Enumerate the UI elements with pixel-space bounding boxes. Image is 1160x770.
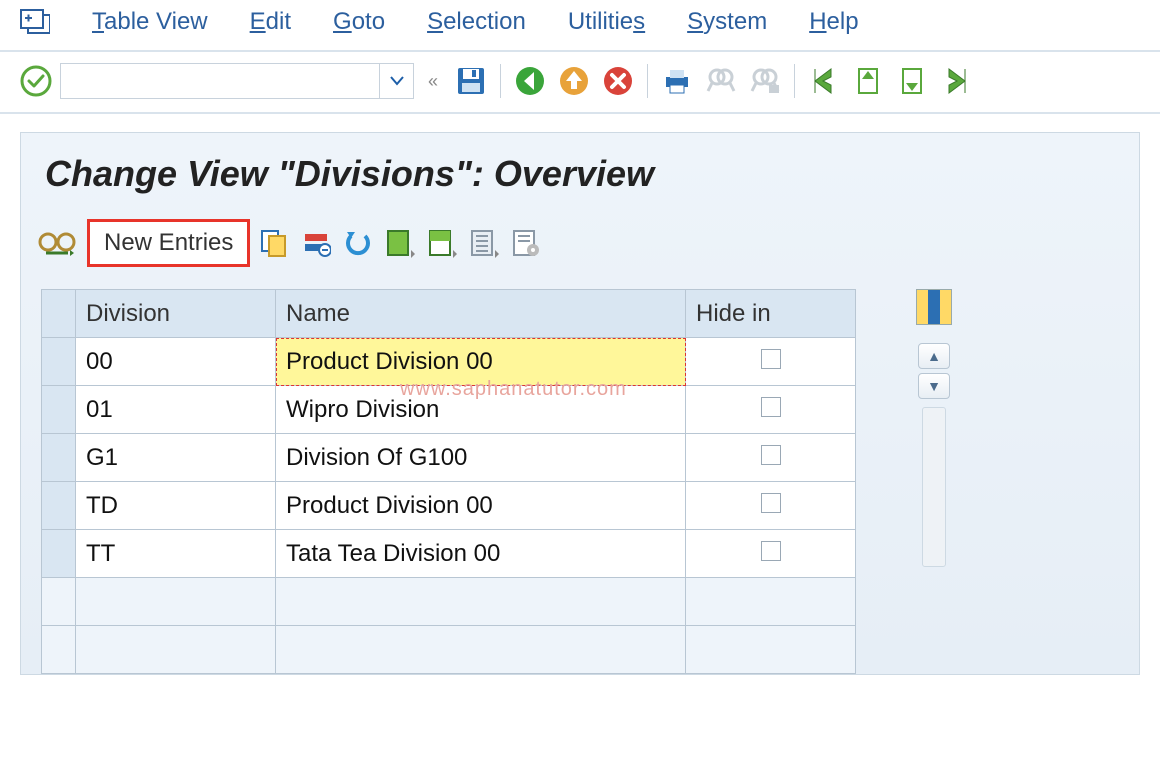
hide-checkbox[interactable] (761, 349, 781, 369)
command-field[interactable] (60, 63, 380, 99)
menu-edit[interactable]: Edit (250, 8, 291, 36)
col-header-name[interactable]: Name (276, 290, 686, 338)
cell-hide[interactable] (686, 338, 856, 386)
row-selector[interactable] (42, 482, 76, 530)
hide-checkbox[interactable] (761, 445, 781, 465)
back-icon[interactable] (511, 62, 549, 100)
table-settings-icon[interactable] (508, 225, 544, 261)
delete-icon[interactable] (298, 225, 334, 261)
table-row-empty (42, 578, 856, 626)
prev-page-icon[interactable] (849, 62, 887, 100)
scroll-up-button[interactable]: ▲ (918, 343, 950, 369)
empty-cell[interactable] (76, 626, 276, 674)
table-row: G1Division Of G100 (42, 434, 856, 482)
empty-cell[interactable] (76, 578, 276, 626)
toolbar-divider (500, 64, 501, 98)
row-selector-header[interactable] (42, 290, 76, 338)
menu-goto[interactable]: Goto (333, 8, 385, 36)
copy-as-icon[interactable] (256, 225, 292, 261)
menu-utilities[interactable]: Utilities (568, 8, 645, 36)
hide-checkbox[interactable] (761, 541, 781, 561)
application-toolbar: New Entries (21, 219, 1139, 289)
select-all-icon[interactable] (382, 225, 418, 261)
cell-name[interactable]: Division Of G100 (276, 434, 686, 482)
cell-hide[interactable] (686, 530, 856, 578)
empty-cell[interactable] (42, 626, 76, 674)
cell-division[interactable]: 01 (76, 386, 276, 434)
menu-bar: Table View Edit Goto Selection Utilities… (0, 0, 1160, 52)
empty-cell[interactable] (276, 626, 686, 674)
cell-division[interactable]: TD (76, 482, 276, 530)
find-icon[interactable] (702, 62, 740, 100)
empty-cell[interactable] (42, 578, 76, 626)
col-header-division[interactable]: Division (76, 290, 276, 338)
save-icon[interactable] (452, 62, 490, 100)
first-page-icon[interactable] (805, 62, 843, 100)
display-toggle-icon[interactable] (33, 222, 81, 264)
cell-name[interactable]: Wipro Division (276, 386, 686, 434)
find-next-icon[interactable] (746, 62, 784, 100)
cell-division[interactable]: G1 (76, 434, 276, 482)
table-row: 00Product Division 00 (42, 338, 856, 386)
scroll-down-button[interactable]: ▼ (918, 373, 950, 399)
deselect-all-icon[interactable] (466, 225, 502, 261)
row-selector[interactable] (42, 434, 76, 482)
cell-division[interactable]: 00 (76, 338, 276, 386)
empty-cell[interactable] (276, 578, 686, 626)
configure-columns-icon[interactable] (916, 289, 952, 325)
enter-button[interactable] (18, 63, 54, 99)
cell-name[interactable]: Product Division 00 (276, 338, 686, 386)
toolbar-divider (647, 64, 648, 98)
exit-icon[interactable] (555, 62, 593, 100)
select-block-icon[interactable] (424, 225, 460, 261)
row-selector[interactable] (42, 338, 76, 386)
empty-cell[interactable] (686, 626, 856, 674)
table-row: TDProduct Division 00 (42, 482, 856, 530)
toolbar-divider (794, 64, 795, 98)
hide-checkbox[interactable] (761, 397, 781, 417)
row-selector[interactable] (42, 386, 76, 434)
collapse-icon[interactable]: « (420, 71, 446, 92)
hide-checkbox[interactable] (761, 493, 781, 513)
col-header-hide[interactable]: Hide in (686, 290, 856, 338)
divisions-table: Division Name Hide in 00Product Division… (41, 289, 856, 674)
next-page-icon[interactable] (893, 62, 931, 100)
row-selector[interactable] (42, 530, 76, 578)
cell-hide[interactable] (686, 482, 856, 530)
cell-division[interactable]: TT (76, 530, 276, 578)
last-page-icon[interactable] (937, 62, 975, 100)
cancel-icon[interactable] (599, 62, 637, 100)
print-icon[interactable] (658, 62, 696, 100)
page-title: Change View "Divisions": Overview (21, 133, 1139, 219)
menu-expand-icon[interactable] (20, 9, 50, 35)
table-row: 01Wipro Division (42, 386, 856, 434)
new-entries-button[interactable]: New Entries (87, 219, 250, 267)
content-panel: Change View "Divisions": Overview New En… (20, 132, 1140, 675)
empty-cell[interactable] (686, 578, 856, 626)
scrollbar-track[interactable] (922, 407, 946, 567)
menu-system[interactable]: System (687, 8, 767, 36)
cell-hide[interactable] (686, 434, 856, 482)
command-dropdown[interactable] (380, 63, 414, 99)
menu-table-view[interactable]: Table View (92, 8, 208, 36)
standard-toolbar: « (0, 52, 1160, 114)
cell-hide[interactable] (686, 386, 856, 434)
table-row: TTTata Tea Division 00 (42, 530, 856, 578)
undo-icon[interactable] (340, 225, 376, 261)
cell-name[interactable]: Tata Tea Division 00 (276, 530, 686, 578)
menu-selection[interactable]: Selection (427, 8, 526, 36)
menu-help[interactable]: Help (809, 8, 858, 36)
cell-name[interactable]: Product Division 00 (276, 482, 686, 530)
table-row-empty (42, 626, 856, 674)
